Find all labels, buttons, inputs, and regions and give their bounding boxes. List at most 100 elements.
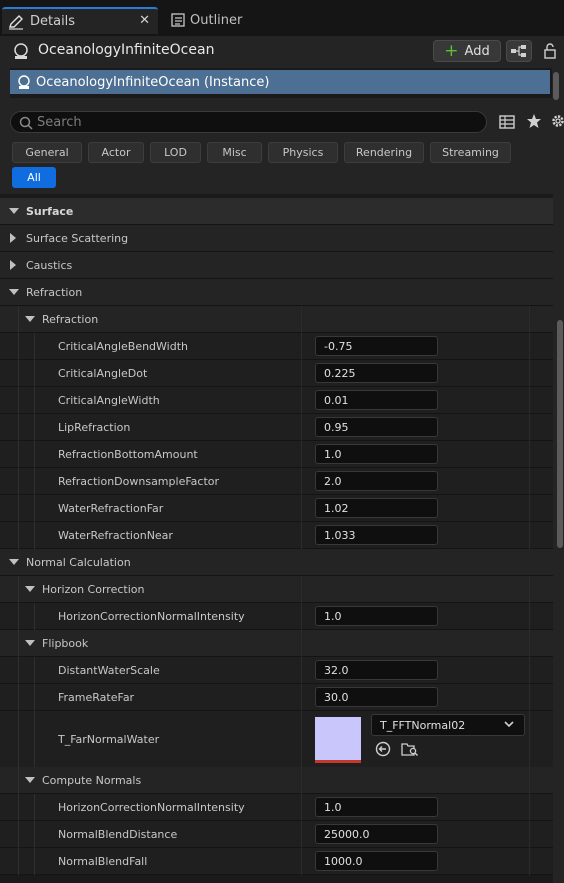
- group-caustics[interactable]: Caustics: [0, 252, 553, 279]
- property-name: CriticalAngleWidth: [58, 393, 160, 407]
- property-value-input[interactable]: 32.0: [315, 660, 438, 680]
- property-name: NormalBlendFall: [58, 854, 148, 868]
- property-value-input[interactable]: 1.0: [315, 606, 438, 626]
- group-label: Normal Calculation: [26, 555, 131, 569]
- details-scrollbar[interactable]: [557, 320, 563, 548]
- property-name: CriticalAngleBendWidth: [58, 339, 189, 353]
- property-row: LipRefraction 0.95: [0, 414, 553, 441]
- lock-icon[interactable]: [542, 42, 558, 63]
- table-view-icon[interactable]: [499, 114, 515, 133]
- filter-physics[interactable]: Physics: [268, 142, 338, 163]
- collapse-arrow-icon: [25, 640, 35, 646]
- tab-outliner-label: Outliner: [190, 13, 243, 28]
- property-name: RefractionBottomAmount: [58, 447, 198, 461]
- property-row: NormalBlendDistance 25000.0: [0, 821, 553, 848]
- property-name: HorizonCorrectionNormalIntensity: [58, 609, 245, 623]
- actor-name: OceanologyInfiniteOcean: [38, 42, 215, 58]
- category-label: Surface: [26, 204, 74, 218]
- search-input[interactable]: Search: [10, 111, 487, 133]
- property-name: NormalBlendDistance: [58, 827, 178, 841]
- property-name: FrameRateFar: [58, 690, 135, 704]
- component-row-label: OceanologyInfiniteOcean (Instance): [36, 74, 270, 90]
- collapse-arrow-icon: [25, 586, 35, 592]
- plus-icon: +: [444, 41, 459, 61]
- blueprint-icon: [511, 45, 526, 57]
- texture-property-row: T_FarNormalWater T_FFTNormal02: [0, 711, 553, 768]
- group-refraction[interactable]: Refraction: [0, 279, 553, 306]
- component-row-root[interactable]: OceanologyInfiniteOcean (Instance): [10, 70, 550, 94]
- property-name: T_FarNormalWater: [58, 732, 160, 746]
- filter-lod[interactable]: LOD: [150, 142, 201, 163]
- property-value-input[interactable]: 1.033: [315, 525, 438, 545]
- property-row: RefractionDownsampleFactor 2.0: [0, 468, 553, 495]
- property-value-input[interactable]: 30.0: [315, 687, 438, 707]
- group-normal-calculation[interactable]: Normal Calculation: [0, 549, 553, 576]
- subgroup-label: Refraction: [42, 312, 99, 326]
- property-row: CriticalAngleWidth 0.01: [0, 387, 553, 414]
- property-value-input[interactable]: 0.95: [315, 417, 438, 437]
- property-name: DistantWaterScale: [58, 663, 160, 677]
- add-label: Add: [464, 43, 490, 59]
- property-row: WaterRefractionFar 1.02: [0, 495, 553, 522]
- group-label: Surface Scattering: [26, 231, 129, 245]
- property-row: FrameRateFar 30.0: [0, 684, 553, 711]
- collapse-arrow-icon: [9, 559, 19, 565]
- property-row: RefractionBottomAmount 1.0: [0, 441, 553, 468]
- browse-asset-icon[interactable]: [401, 741, 419, 760]
- tab-details-label: Details: [30, 14, 76, 29]
- filter-actor[interactable]: Actor: [88, 142, 144, 163]
- subgroup-flipbook[interactable]: Flipbook: [0, 630, 553, 657]
- group-label: Caustics: [26, 258, 73, 272]
- tab-details[interactable]: Details ✕: [2, 7, 158, 34]
- property-value-input[interactable]: 0.225: [315, 363, 438, 383]
- collapse-arrow-icon: [9, 208, 19, 214]
- asset-name: T_FFTNormal02: [380, 718, 466, 732]
- collapse-arrow-icon: [9, 289, 19, 295]
- blueprint-button[interactable]: [506, 40, 532, 62]
- category-surface[interactable]: Surface: [0, 198, 553, 225]
- property-value-input[interactable]: 1.0: [315, 444, 438, 464]
- filter-streaming[interactable]: Streaming: [430, 142, 511, 163]
- property-value-input[interactable]: 1.02: [315, 498, 438, 518]
- filter-general[interactable]: General: [12, 142, 82, 163]
- asset-picker-dropdown[interactable]: T_FFTNormal02: [371, 714, 525, 736]
- expand-arrow-icon: [10, 260, 16, 270]
- outliner-icon: [170, 12, 186, 32]
- chevron-down-icon: [504, 719, 514, 732]
- property-name: CriticalAngleDot: [58, 366, 148, 380]
- add-component-button[interactable]: + Add: [433, 40, 501, 62]
- property-name: WaterRefractionFar: [58, 501, 164, 515]
- star-icon[interactable]: [526, 113, 542, 132]
- subgroup-refraction[interactable]: Refraction: [0, 306, 553, 333]
- group-surface-scattering[interactable]: Surface Scattering: [0, 225, 553, 252]
- property-value-input[interactable]: 1.0: [315, 797, 438, 817]
- property-row: HorizonCorrectionNormalIntensity 1.0: [0, 794, 553, 821]
- actor-instance-icon: [16, 74, 32, 94]
- property-name: HorizonCorrectionNormalIntensity: [58, 800, 245, 814]
- tab-outliner[interactable]: Outliner: [166, 7, 276, 34]
- use-selected-asset-icon[interactable]: [375, 741, 391, 760]
- close-icon[interactable]: ✕: [139, 13, 150, 28]
- property-value-input[interactable]: 0.01: [315, 390, 438, 410]
- property-row: WaterRefractionNear 1.033: [0, 522, 553, 549]
- component-list-scrollbar[interactable]: [553, 72, 559, 100]
- texture-thumbnail[interactable]: [315, 717, 361, 763]
- property-name: RefractionDownsampleFactor: [58, 474, 220, 488]
- property-value-input[interactable]: -0.75: [315, 336, 438, 356]
- filter-all[interactable]: All: [12, 167, 56, 188]
- subgroup-compute-normals[interactable]: Compute Normals: [0, 767, 553, 794]
- group-label: Refraction: [26, 285, 83, 299]
- pencil-icon: [8, 14, 24, 34]
- property-value-input[interactable]: 25000.0: [315, 824, 438, 844]
- property-value-input[interactable]: 1000.0: [315, 851, 438, 871]
- search-placeholder: Search: [37, 114, 82, 130]
- filter-rendering[interactable]: Rendering: [344, 142, 424, 163]
- filter-misc[interactable]: Misc: [207, 142, 262, 163]
- expand-arrow-icon: [10, 233, 16, 243]
- subgroup-horizon-correction[interactable]: Horizon Correction: [0, 576, 553, 603]
- subgroup-label: Compute Normals: [42, 773, 142, 787]
- gear-icon[interactable]: [550, 113, 564, 132]
- actor-icon: [12, 42, 30, 63]
- property-row: DistantWaterScale 32.0: [0, 657, 553, 684]
- property-value-input[interactable]: 2.0: [315, 471, 438, 491]
